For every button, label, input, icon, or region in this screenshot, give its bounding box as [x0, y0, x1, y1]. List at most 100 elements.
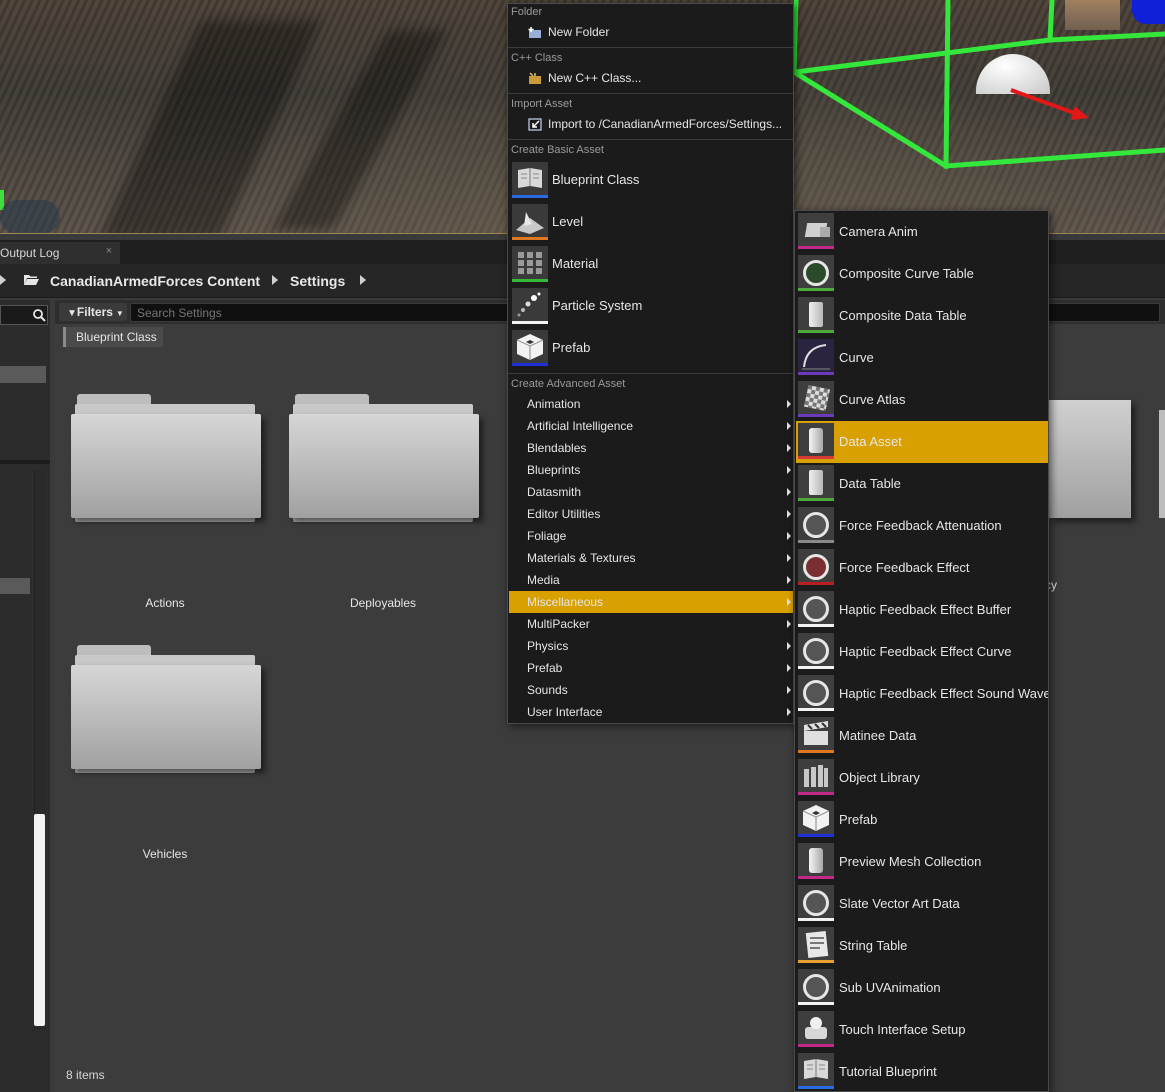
- menu-item-particle-system[interactable]: Particle System: [508, 286, 793, 326]
- menu-item-user-interface[interactable]: User Interface: [509, 701, 793, 723]
- submenu-arrow-icon: [787, 708, 791, 716]
- folder-icon[interactable]: [1049, 400, 1131, 518]
- section-heading-folder: Folder: [511, 6, 543, 18]
- submenu-item-curve[interactable]: Curve: [796, 337, 1048, 379]
- submenu-item-label: Touch Interface Setup: [839, 1022, 966, 1037]
- context-menu: Folder New Folder C++ Class New C++ Clas…: [507, 3, 794, 724]
- folder-icon[interactable]: [1159, 410, 1165, 518]
- menu-item-label: Prefab: [552, 340, 591, 355]
- menu-item-label: Level: [552, 214, 584, 229]
- menu-item-artificial-intelligence[interactable]: Artificial Intelligence: [509, 415, 793, 437]
- filters-button[interactable]: ▼Filters ▼: [59, 303, 127, 321]
- submenu-item-camera-anim[interactable]: Camera Anim: [796, 211, 1048, 253]
- menu-item-prefab-category[interactable]: Prefab: [509, 657, 793, 679]
- menu-item-prefab[interactable]: Prefab: [508, 328, 793, 368]
- breadcrumb-root[interactable]: CanadianArmedForces Content: [50, 273, 260, 289]
- sources-search-input[interactable]: [0, 305, 48, 325]
- menu-item-physics[interactable]: Physics: [509, 635, 793, 657]
- folder-label: Vehicles: [142, 847, 188, 861]
- panel-splitter[interactable]: [0, 460, 50, 464]
- menu-item-sounds[interactable]: Sounds: [509, 679, 793, 701]
- submenu-item-haptic-feedback-effect-curve[interactable]: Haptic Feedback Effect Curve: [796, 631, 1048, 673]
- submenu-arrow-icon: [787, 532, 791, 540]
- menu-item-materials-textures[interactable]: Materials & Textures: [509, 547, 793, 569]
- submenu-item-label: Composite Curve Table: [839, 266, 974, 281]
- menu-item-miscellaneous[interactable]: Miscellaneous: [509, 591, 793, 613]
- menu-item-label: Datasmith: [527, 485, 582, 499]
- new-folder-button[interactable]: New Folder: [508, 21, 793, 43]
- new-cpp-class-button[interactable]: New C++ Class...: [508, 67, 793, 89]
- submenu-item-haptic-feedback-effect-sound-wave[interactable]: Haptic Feedback Effect Sound Wave: [796, 673, 1048, 715]
- menu-item-animation[interactable]: Animation: [509, 393, 793, 415]
- submenu-item-matinee-data[interactable]: Matinee Data: [796, 715, 1048, 757]
- submenu-item-sub-uvanimation[interactable]: Sub UVAnimation: [796, 967, 1048, 1009]
- viewport-object: [0, 200, 60, 233]
- breadcrumb-separator-icon[interactable]: [360, 275, 366, 285]
- filter-icon: ▼: [67, 308, 77, 319]
- menu-item-media[interactable]: Media: [509, 569, 793, 591]
- submenu-item-label: Prefab: [839, 812, 878, 827]
- menu-item-material[interactable]: Material: [508, 244, 793, 284]
- close-icon[interactable]: ×: [106, 245, 112, 257]
- menu-item-label: MultiPacker: [527, 617, 590, 631]
- miscellaneous-submenu: Camera Anim Composite Curve Table Compos…: [794, 210, 1049, 1092]
- curve-icon: [798, 339, 834, 375]
- scrollbar-thumb[interactable]: [34, 814, 45, 1026]
- submenu-item-label: Camera Anim: [839, 224, 918, 239]
- sub-uv-animation-icon: [798, 969, 834, 1005]
- history-arrow-icon[interactable]: [0, 275, 6, 285]
- submenu-arrow-icon: [787, 444, 791, 452]
- data-asset-icon: [798, 423, 834, 459]
- submenu-item-force-feedback-attenuation[interactable]: Force Feedback Attenuation: [796, 505, 1048, 547]
- folder-label: Deployables: [349, 596, 417, 610]
- submenu-item-prefab[interactable]: Prefab: [796, 799, 1048, 841]
- menu-item-multipacker[interactable]: MultiPacker: [509, 613, 793, 635]
- submenu-item-haptic-feedback-effect-buffer[interactable]: Haptic Feedback Effect Buffer: [796, 589, 1048, 631]
- menu-item-label: Import to /CanadianArmedForces/Settings.…: [548, 117, 783, 131]
- open-folder-icon: [24, 275, 39, 285]
- menu-item-blendables[interactable]: Blendables: [509, 437, 793, 459]
- menu-item-label: Blueprint Class: [552, 172, 640, 187]
- menu-item-blueprint-class[interactable]: Blueprint Class: [508, 160, 793, 200]
- submenu-item-composite-data-table[interactable]: Composite Data Table: [796, 295, 1048, 337]
- submenu-item-curve-atlas[interactable]: Curve Atlas: [796, 379, 1048, 421]
- breadcrumb-current[interactable]: Settings: [290, 273, 345, 289]
- submenu-item-slate-vector-art-data[interactable]: Slate Vector Art Data: [796, 883, 1048, 925]
- item-count: 8 items: [66, 1068, 105, 1082]
- particle-icon: [512, 288, 548, 324]
- submenu-arrow-icon: [787, 466, 791, 474]
- submenu-item-preview-mesh-collection[interactable]: Preview Mesh Collection: [796, 841, 1048, 883]
- submenu-item-label: Data Asset: [839, 434, 902, 449]
- submenu-item-force-feedback-effect[interactable]: Force Feedback Effect: [796, 547, 1048, 589]
- string-table-icon: [798, 927, 834, 963]
- breadcrumb-separator-icon[interactable]: [272, 275, 278, 285]
- filter-chip-blueprint-class[interactable]: Blueprint Class: [63, 327, 163, 347]
- submenu-item-data-table[interactable]: Data Table: [796, 463, 1048, 505]
- menu-item-blueprints[interactable]: Blueprints: [509, 459, 793, 481]
- submenu-item-composite-curve-table[interactable]: Composite Curve Table: [796, 253, 1048, 295]
- submenu-item-data-asset[interactable]: Data Asset: [796, 421, 1048, 463]
- sources-selected-folder[interactable]: [0, 366, 46, 383]
- submenu-item-label: Haptic Feedback Effect Curve: [839, 644, 1012, 659]
- import-button[interactable]: Import to /CanadianArmedForces/Settings.…: [508, 113, 793, 135]
- menu-item-editor-utilities[interactable]: Editor Utilities: [509, 503, 793, 525]
- submenu-item-string-table[interactable]: String Table: [796, 925, 1048, 967]
- submenu-arrow-icon: [787, 598, 791, 606]
- menu-item-label: Prefab: [527, 661, 563, 675]
- section-heading-advanced: Create Advanced Asset: [511, 378, 626, 390]
- menu-item-label: Materials & Textures: [527, 551, 636, 565]
- menu-item-datasmith[interactable]: Datasmith: [509, 481, 793, 503]
- object-library-icon: [798, 759, 834, 795]
- collections-item[interactable]: [0, 578, 30, 594]
- submenu-item-tutorial-blueprint[interactable]: Tutorial Blueprint: [796, 1051, 1048, 1091]
- menu-item-foliage[interactable]: Foliage: [509, 525, 793, 547]
- menu-item-label: Sounds: [527, 683, 568, 697]
- haptic-buffer-icon: [798, 591, 834, 627]
- submenu-item-object-library[interactable]: Object Library: [796, 757, 1048, 799]
- touch-interface-icon: [798, 1011, 834, 1047]
- submenu-item-touch-interface-setup[interactable]: Touch Interface Setup: [796, 1009, 1048, 1051]
- menu-item-level[interactable]: Level: [508, 202, 793, 242]
- tab-output-log[interactable]: Output Log ×: [0, 242, 120, 264]
- tutorial-blueprint-icon: [798, 1053, 834, 1089]
- menu-item-label: Particle System: [552, 298, 643, 313]
